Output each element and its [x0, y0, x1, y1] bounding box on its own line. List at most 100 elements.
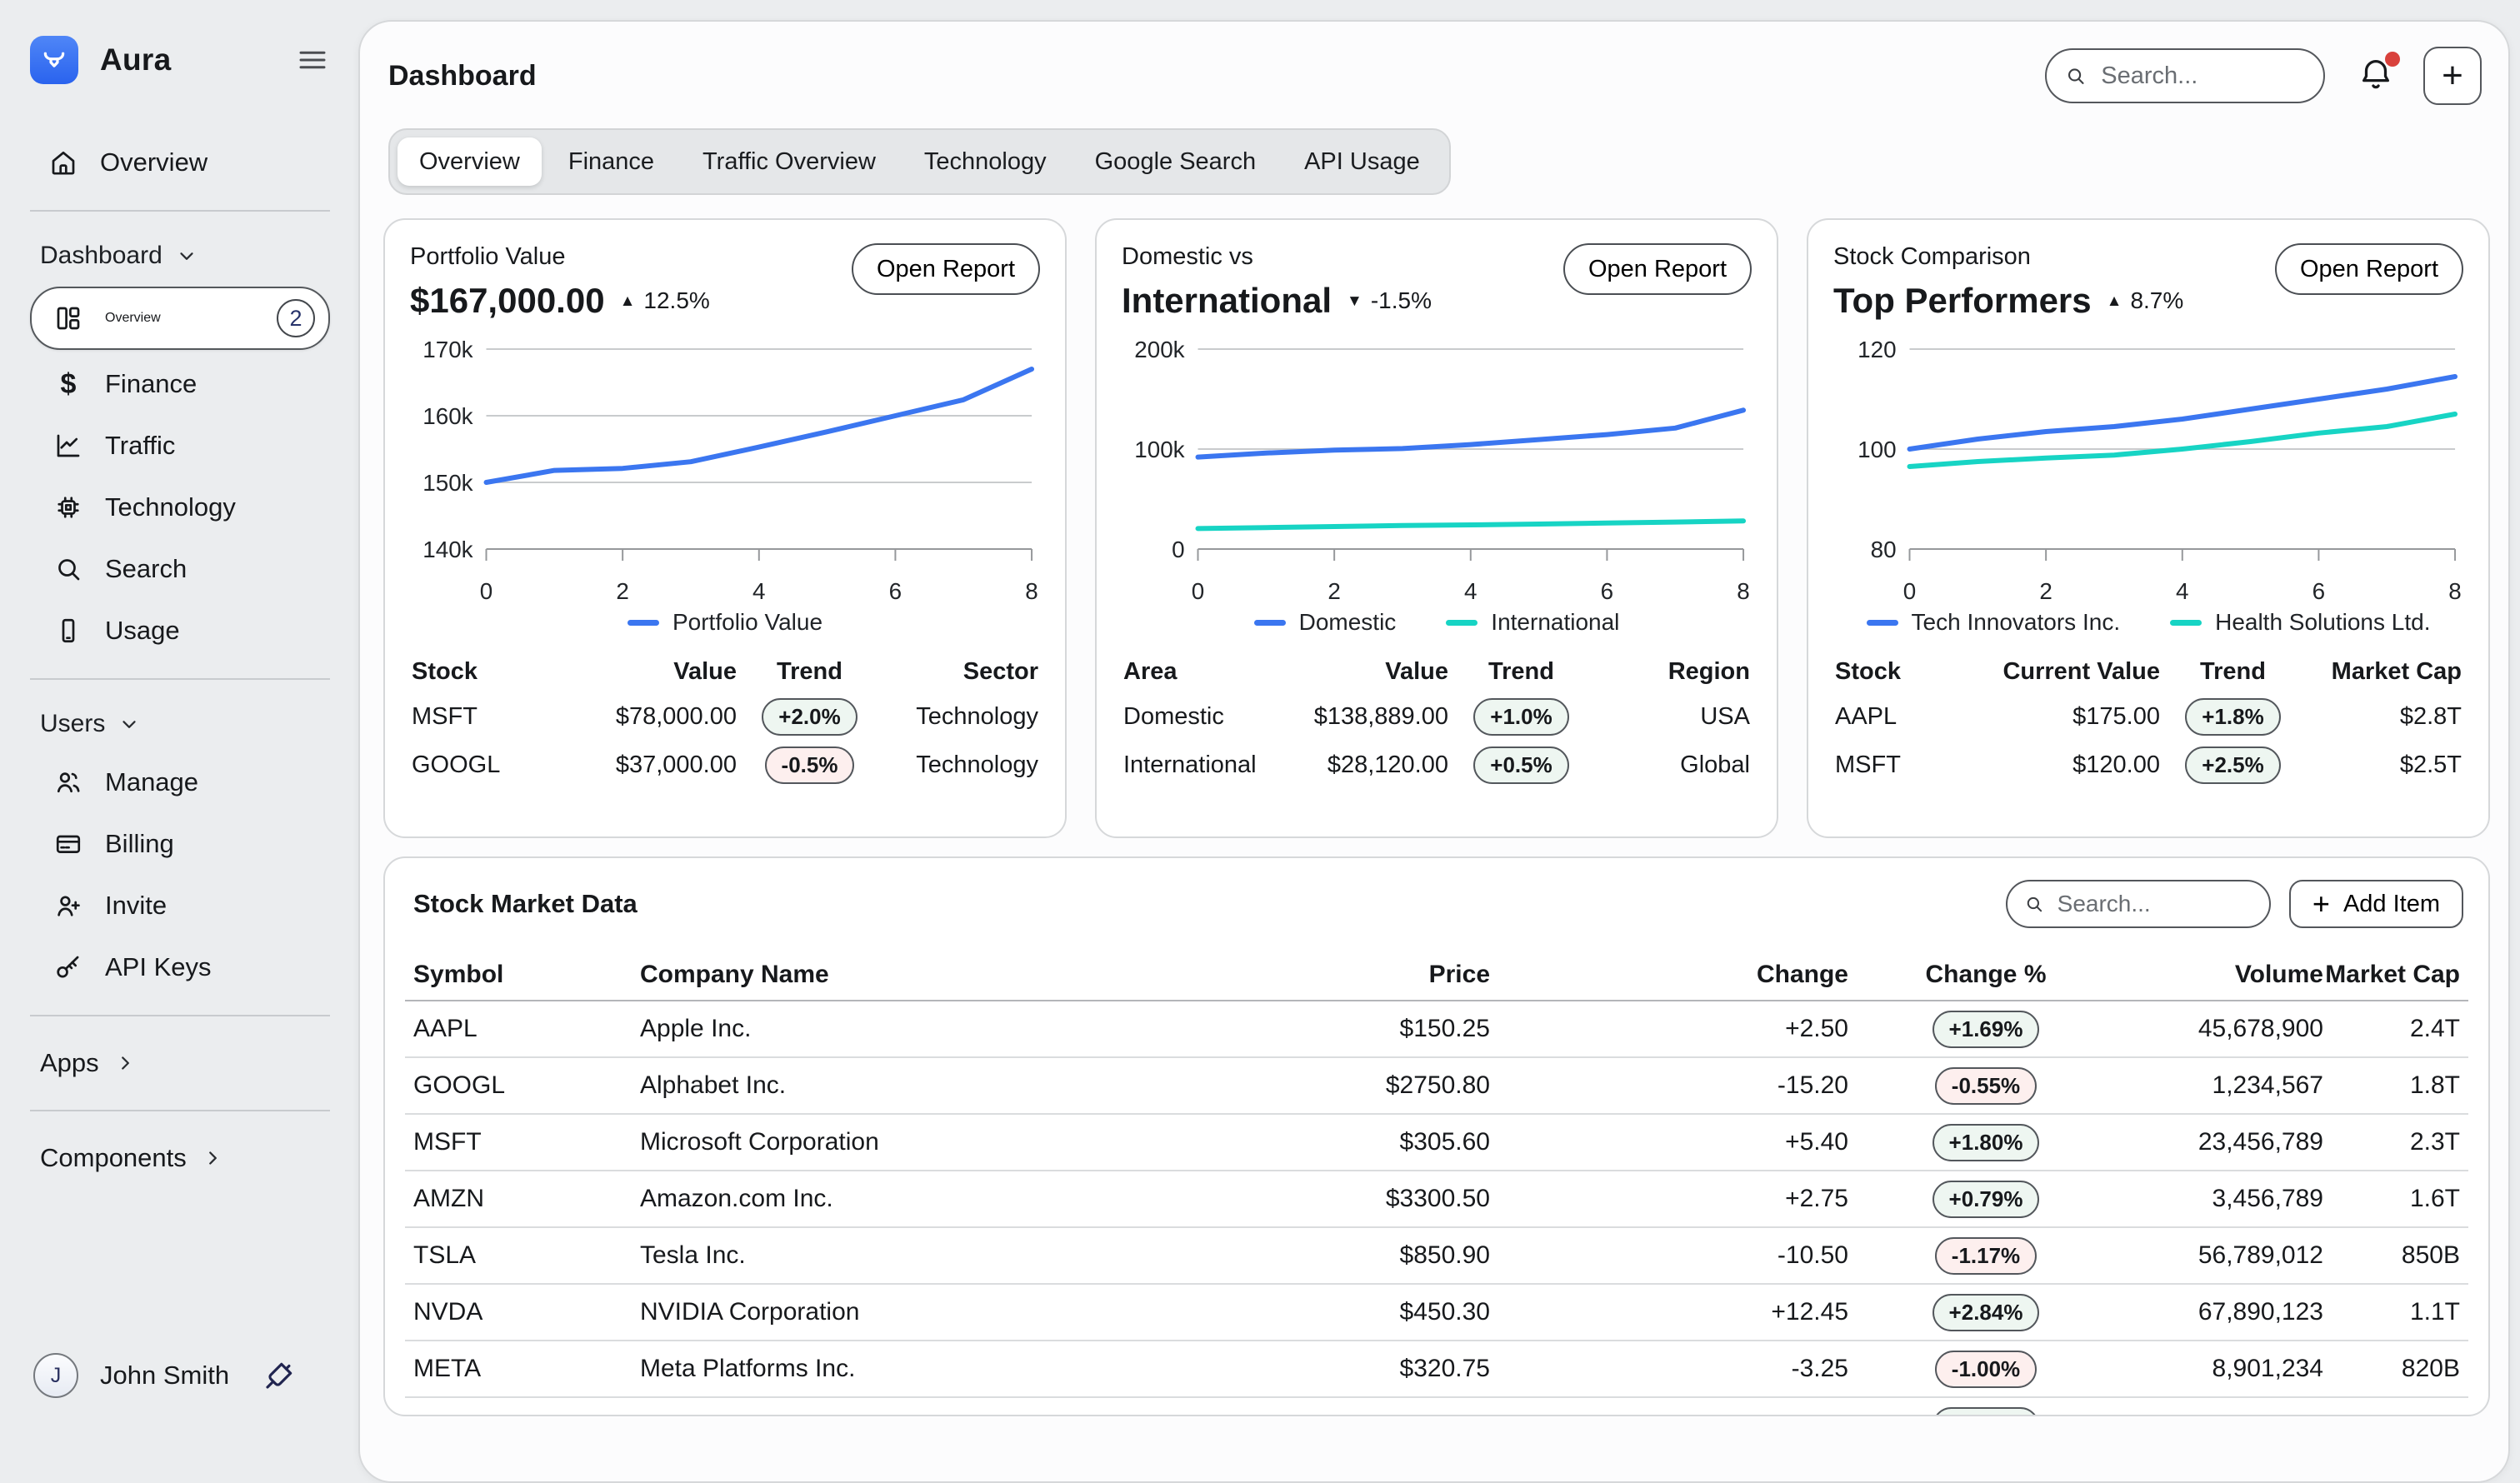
- notifications-button[interactable]: [2357, 55, 2395, 97]
- chart-legend: Portfolio Value: [410, 609, 1040, 636]
- user-name: John Smith: [100, 1361, 229, 1391]
- table-cell: 23,456,789: [2123, 1128, 2323, 1156]
- table-cell: Netflix Inc.: [640, 1411, 1057, 1416]
- sidebar-link-apps[interactable]: Apps: [30, 1033, 330, 1093]
- table-cell: +2.5%: [2160, 746, 2306, 784]
- svg-text:150k: 150k: [422, 470, 472, 496]
- dashboard-grid-icon: [53, 303, 83, 333]
- table-body: AAPLApple Inc.$150.25+2.50+1.69%45,678,9…: [405, 1001, 2468, 1416]
- sidebar-item-traffic[interactable]: Traffic: [30, 415, 330, 477]
- table-search-input[interactable]: [2056, 890, 2252, 918]
- tab-traffic-overview[interactable]: Traffic Overview: [681, 137, 898, 186]
- column-header: Volume: [2123, 961, 2323, 989]
- dashboard-tabs: Overview Finance Traffic Overview Techno…: [388, 128, 1451, 195]
- table-cell: +0.5%: [1448, 746, 1594, 784]
- table-cell: AAPL: [1835, 703, 1960, 731]
- sidebar-item-usage[interactable]: Usage: [30, 600, 330, 662]
- line-chart: 140k150k160k170k02468: [410, 334, 1040, 609]
- add-new-button[interactable]: +: [2423, 47, 2482, 105]
- chip-icon: [53, 492, 83, 522]
- sidebar-group-users[interactable]: Users: [30, 697, 330, 751]
- user-menu[interactable]: J John Smith: [30, 1353, 330, 1398]
- table-column-headers: SymbolCompany NamePriceChangeChange %Vol…: [405, 950, 2468, 1001]
- sidebar-item-technology[interactable]: Technology: [30, 477, 330, 538]
- sidebar-item-billing[interactable]: Billing: [30, 813, 330, 875]
- stock-comparison-card: Stock Comparison Top Performers ▲ 8.7% O…: [1807, 218, 2490, 838]
- table-cell: 1,234,567: [2123, 1071, 2323, 1100]
- sidebar-item-overview[interactable]: Overview 2: [30, 287, 330, 350]
- open-report-button[interactable]: Open Report: [1563, 243, 1752, 295]
- column-header: Area: [1123, 658, 1248, 686]
- sidebar-item-invite[interactable]: Invite: [30, 875, 330, 936]
- column-header: Value: [537, 658, 737, 686]
- legend-item: Domestic: [1254, 609, 1397, 636]
- sidebar-item-overview-home[interactable]: Overview: [30, 132, 330, 193]
- sidebar-item-search[interactable]: Search: [30, 538, 330, 600]
- card-table: AreaValueTrendRegionDomestic$138,889.00+…: [1122, 651, 1752, 789]
- sidebar-group-dashboard[interactable]: Dashboard: [30, 228, 330, 283]
- column-header: Trend: [2160, 658, 2306, 686]
- global-search[interactable]: [2045, 48, 2325, 103]
- search-input[interactable]: [2099, 62, 2305, 91]
- trend-badge: +0.5%: [1473, 746, 1568, 784]
- sidebar-item-label: Finance: [105, 369, 197, 399]
- open-report-button[interactable]: Open Report: [852, 243, 1040, 295]
- line-chart: 8010012002468: [1833, 334, 2463, 609]
- table-cell: -10.50: [1490, 1241, 1848, 1270]
- table-row: MSFT$120.00+2.5%$2.5T: [1833, 741, 2463, 789]
- tab-technology[interactable]: Technology: [902, 137, 1068, 186]
- tab-google-search[interactable]: Google Search: [1073, 137, 1278, 186]
- delta: ▼ -1.5%: [1347, 287, 1432, 314]
- trend-badge: +1.8%: [2185, 698, 2280, 736]
- trend-badge: +2.84%: [1932, 1294, 2040, 1331]
- table-cell: Global: [1594, 751, 1750, 779]
- tab-api-usage[interactable]: API Usage: [1282, 137, 1442, 186]
- trend-badge: -0.55%: [1935, 1067, 2037, 1105]
- table-cell: -1.17%: [1848, 1237, 2123, 1275]
- legend-swatch: [2170, 620, 2202, 626]
- tab-overview[interactable]: Overview: [398, 137, 542, 186]
- svg-text:100: 100: [1858, 437, 1896, 462]
- chevron-right-icon: [114, 1052, 136, 1074]
- trend-badge: +2.5%: [2185, 746, 2280, 784]
- table-cell: $305.60: [1057, 1128, 1490, 1156]
- legend-label: Domestic: [1299, 609, 1397, 636]
- column-header: Market Cap: [2323, 961, 2460, 989]
- chevron-down-icon: [118, 713, 140, 735]
- bull-icon: [40, 46, 68, 74]
- table-row: MSFT$78,000.00+2.0%Technology: [410, 692, 1040, 741]
- table-cell: -0.55%: [1848, 1067, 2123, 1105]
- table-column-headers: StockValueTrendSector: [410, 651, 1040, 692]
- open-report-button[interactable]: Open Report: [2275, 243, 2463, 295]
- key-icon: [53, 952, 83, 982]
- svg-text:6: 6: [1601, 578, 1613, 604]
- hamburger-menu-icon[interactable]: [295, 42, 330, 77]
- column-header: Change %: [1848, 961, 2123, 989]
- add-item-button[interactable]: + Add Item: [2289, 880, 2463, 928]
- table-cell: +1.80%: [1848, 1124, 2123, 1161]
- tab-finance[interactable]: Finance: [547, 137, 676, 186]
- table-row[interactable]: MSFTMicrosoft Corporation$305.60+5.40+1.…: [405, 1115, 2468, 1171]
- table-cell: $2750.80: [1057, 1071, 1490, 1100]
- sidebar-item-finance[interactable]: $ Finance: [30, 353, 330, 415]
- table-row[interactable]: AMZNAmazon.com Inc.$3300.50+2.75+0.79%3,…: [405, 1171, 2468, 1228]
- paintbrush-icon[interactable]: [262, 1358, 297, 1393]
- delta-triangle-icon: ▲: [2107, 293, 2122, 309]
- divider: [30, 1110, 330, 1111]
- sidebar-link-components[interactable]: Components: [30, 1128, 330, 1188]
- sidebar-item-api-keys[interactable]: API Keys: [30, 936, 330, 998]
- table-cell: +1.69%: [1848, 1011, 2123, 1048]
- table-search[interactable]: [2006, 880, 2271, 928]
- delta-value: 12.5%: [643, 287, 709, 314]
- table-row[interactable]: AAPLApple Inc.$150.25+2.50+1.69%45,678,9…: [405, 1001, 2468, 1058]
- table-cell: -3.25: [1490, 1355, 1848, 1383]
- table-row[interactable]: NFLXNetflix Inc.$480.20+9.90+1.89%4,567,…: [405, 1398, 2468, 1416]
- sidebar-item-label: Search: [105, 554, 187, 584]
- table-row[interactable]: NVDANVIDIA Corporation$450.30+12.45+2.84…: [405, 1285, 2468, 1341]
- table-row[interactable]: METAMeta Platforms Inc.$320.75-3.25-1.00…: [405, 1341, 2468, 1398]
- table-row[interactable]: GOOGLAlphabet Inc.$2750.80-15.20-0.55%1,…: [405, 1058, 2468, 1115]
- sidebar-item-manage[interactable]: Manage: [30, 751, 330, 813]
- table-row[interactable]: TSLATesla Inc.$850.90-10.50-1.17%56,789,…: [405, 1228, 2468, 1285]
- table-cell: GOOGL: [413, 1071, 640, 1100]
- user-plus-icon: [53, 891, 83, 921]
